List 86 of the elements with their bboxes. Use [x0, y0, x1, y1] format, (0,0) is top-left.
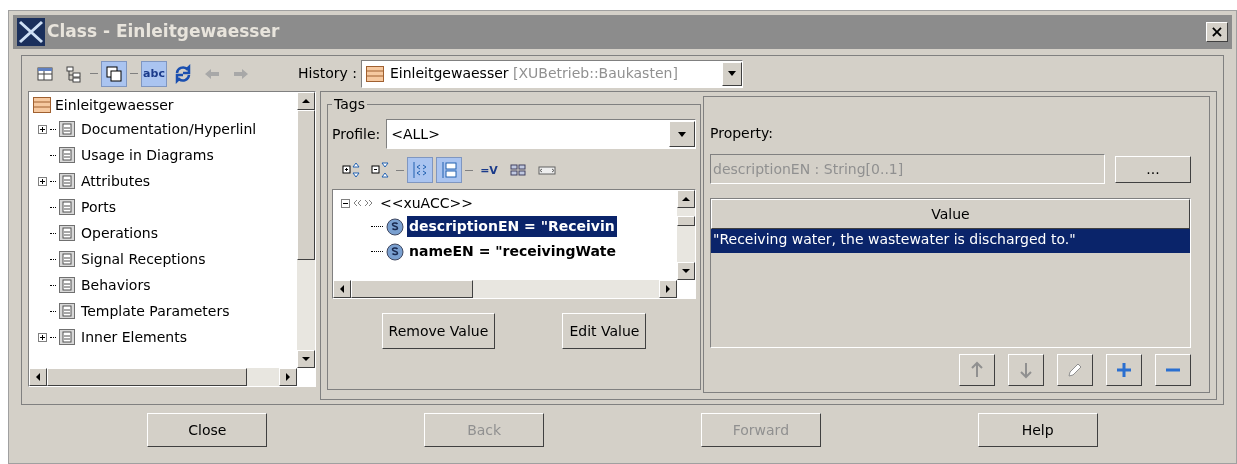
stereotype-icon	[353, 198, 373, 208]
table-row[interactable]: "Receiving water, the wastewater is discharged to."	[711, 229, 1190, 253]
horizontal-scrollbar[interactable]	[333, 280, 677, 298]
history-value: Einleitgewaesser [XUBetrieb::Baukasten]	[390, 64, 678, 83]
window-title: Class - Einleitgewaesser	[47, 20, 281, 44]
tag-value-item[interactable]: nameEN = "receivingWate	[407, 241, 619, 262]
dropdown-arrow-icon	[728, 71, 736, 76]
property-icon	[386, 217, 404, 236]
expand-icon[interactable]	[37, 176, 47, 186]
class-icon	[33, 97, 51, 113]
scroll-thumb[interactable]	[351, 280, 473, 298]
tree-item[interactable]: Behaviors	[81, 274, 151, 296]
triangle-icon	[340, 285, 344, 293]
spelling-button[interactable]: abc	[141, 60, 167, 87]
tree-item[interactable]: Operations	[81, 222, 158, 244]
tag-action-button[interactable]: Remove Value	[381, 313, 496, 349]
windows-icon[interactable]	[101, 60, 127, 87]
property-icon	[386, 242, 404, 261]
scroll-down-button[interactable]	[677, 262, 695, 280]
document-icon	[59, 277, 75, 293]
triangle-icon	[682, 269, 690, 273]
triangle-icon	[666, 285, 670, 293]
triangle-icon	[682, 197, 690, 201]
scroll-up-button[interactable]	[677, 190, 695, 208]
scroll-up-button[interactable]	[297, 92, 315, 110]
horizontal-scrollbar[interactable]	[29, 368, 297, 386]
expand-icon[interactable]	[37, 332, 47, 342]
document-icon	[59, 329, 75, 345]
triangle-icon	[302, 357, 310, 361]
history-label: History :	[298, 64, 357, 83]
scroll-right-button[interactable]	[279, 368, 297, 386]
scroll-right-button[interactable]	[659, 280, 677, 298]
scroll-thumb[interactable]	[47, 368, 247, 386]
remove-button[interactable]	[1155, 354, 1191, 386]
profile-dropdown[interactable]: <ALL>	[386, 119, 696, 149]
profile-label: Profile:	[332, 124, 381, 144]
scroll-down-button[interactable]	[297, 350, 315, 368]
dropdown-button[interactable]	[722, 61, 742, 86]
folder-tree-icon[interactable]	[436, 157, 462, 183]
triangle-icon	[36, 373, 40, 381]
dropdown-arrow-icon	[678, 131, 686, 137]
down-arrow-icon	[1017, 361, 1035, 379]
scroll-thumb[interactable]	[297, 110, 315, 260]
document-icon	[59, 121, 75, 137]
vertical-scrollbar[interactable]	[297, 92, 315, 368]
tree-item[interactable]: Inner Elements	[81, 326, 187, 348]
column-header[interactable]: Value	[711, 199, 1190, 229]
document-icon	[59, 303, 75, 319]
tree-item[interactable]: <<xuACC>>	[380, 192, 473, 214]
document-icon	[59, 225, 75, 241]
stereotype-icon[interactable]	[407, 157, 433, 183]
expand-icon[interactable]	[37, 124, 47, 134]
tree-item[interactable]: Ports	[81, 196, 117, 218]
class-icon	[366, 65, 384, 82]
triangle-icon	[286, 373, 290, 381]
document-icon	[59, 199, 75, 215]
vertical-scrollbar[interactable]	[677, 190, 695, 280]
tree-item[interactable]: Usage in Diagrams	[81, 144, 214, 166]
close-button[interactable]: ×	[1206, 22, 1228, 42]
tree-item[interactable]: Einleitgewaesser	[55, 94, 174, 116]
tree-item[interactable]: Documentation/Hyperlinl	[81, 118, 257, 140]
document-icon	[59, 147, 75, 163]
browse-button[interactable]: ...	[1115, 155, 1191, 183]
scroll-left-button[interactable]	[333, 280, 351, 298]
document-icon	[59, 251, 75, 267]
scroll-left-button[interactable]	[29, 368, 47, 386]
triangle-icon	[302, 99, 310, 103]
tag-action-button[interactable]: Edit Value	[562, 313, 647, 349]
value-button[interactable]: =V	[476, 157, 502, 183]
tree-item[interactable]: Template Parameters	[81, 300, 230, 322]
tag-value-item[interactable]: descriptionEN = "Receivin	[407, 216, 617, 237]
property-label: Property:	[710, 124, 774, 143]
tree-item[interactable]: Attributes	[81, 170, 151, 192]
dialog-button[interactable]: Close	[147, 413, 268, 447]
history-dropdown[interactable]: Einleitgewaesser [XUBetrieb::Baukasten]	[361, 59, 743, 88]
tree-item[interactable]: Signal Receptions	[81, 248, 206, 270]
document-icon	[59, 173, 75, 189]
pencil-icon	[1066, 361, 1084, 379]
collapse-icon[interactable]	[341, 198, 350, 208]
app-logo-icon	[17, 18, 45, 46]
minus-icon	[1164, 368, 1182, 372]
scroll-thumb[interactable]	[677, 216, 695, 226]
add-button[interactable]	[1106, 354, 1142, 386]
plus-icon	[1115, 361, 1133, 379]
dialog-button[interactable]: Help	[977, 413, 1098, 447]
dropdown-button[interactable]	[669, 121, 695, 147]
